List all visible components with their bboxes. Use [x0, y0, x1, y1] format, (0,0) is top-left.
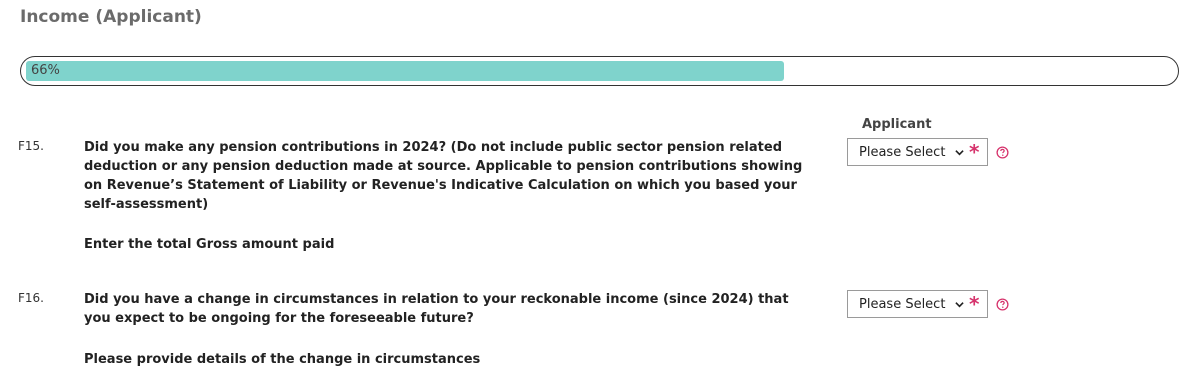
- help-circle-icon[interactable]: [996, 298, 1009, 311]
- f16-applicant-select[interactable]: Please Select *: [847, 290, 988, 318]
- chevron-down-icon: [955, 302, 964, 308]
- question-text-f16: Did you have a change in circumstances i…: [84, 292, 789, 326]
- income-applicant-page: Income (Applicant) 66% Applicant F15. Di…: [0, 0, 1185, 379]
- question-text-f15: Did you make any pension contributions i…: [84, 140, 803, 212]
- applicant-column-header: Applicant: [862, 117, 932, 132]
- question-number-f15: F15.: [18, 139, 44, 153]
- question-subtext-f16: Please provide details of the change in …: [84, 352, 481, 367]
- question-subtext-f15: Enter the total Gross amount paid: [84, 237, 335, 252]
- progress-fill: [26, 61, 784, 81]
- section-title: Income (Applicant): [20, 7, 202, 27]
- progress-label: 66%: [31, 63, 60, 78]
- select-value: Please Select: [859, 297, 946, 312]
- required-asterisk: *: [969, 292, 980, 316]
- question-number-f16: F16.: [18, 291, 44, 305]
- required-asterisk: *: [969, 140, 980, 164]
- f15-applicant-select[interactable]: Please Select *: [847, 138, 988, 166]
- help-circle-icon[interactable]: [996, 146, 1009, 159]
- progress-bar: 66%: [20, 56, 1179, 86]
- chevron-down-icon: [955, 150, 964, 156]
- select-value: Please Select: [859, 145, 946, 160]
